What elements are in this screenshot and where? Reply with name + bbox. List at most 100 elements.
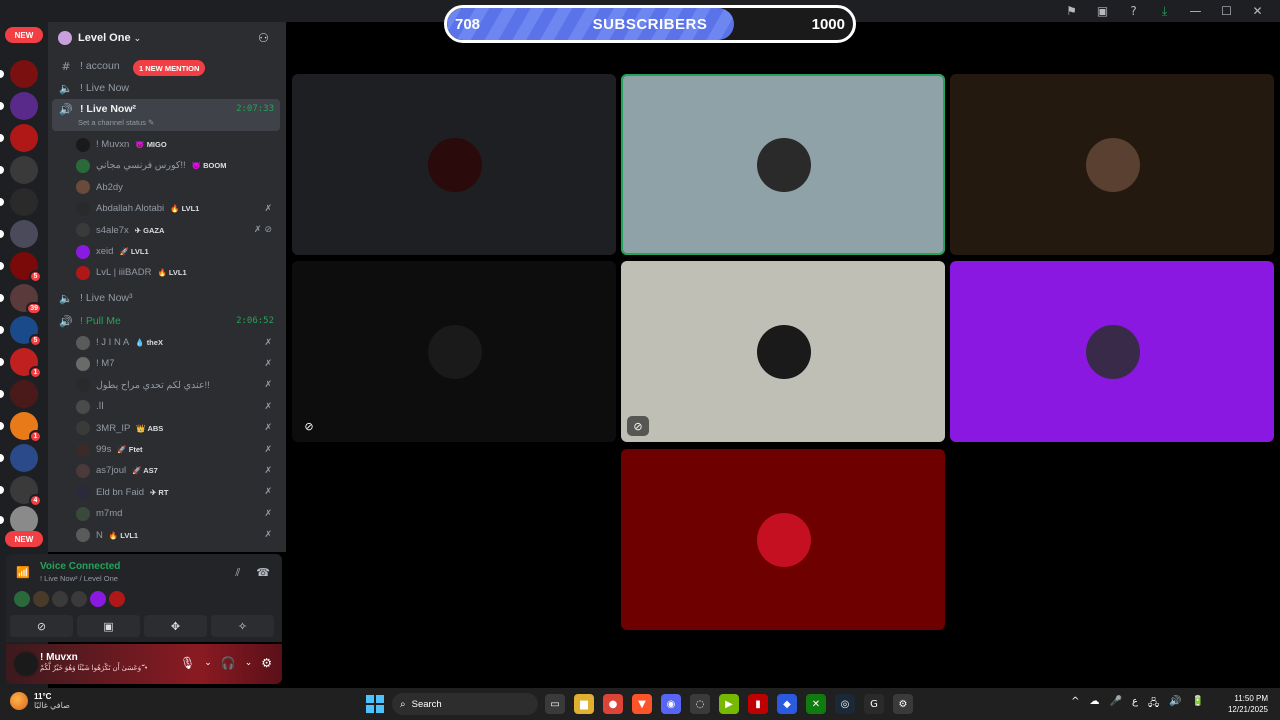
download-icon[interactable]: ⤓ <box>1150 2 1179 20</box>
channel-pull-me[interactable]: 🔊 ! Pull Me 2:06:52 <box>52 310 280 332</box>
channel-live-now-3[interactable]: 🔈 ! Live Now³ <box>52 287 280 309</box>
voice-member[interactable]: N 🔥 LVL1 ✗ <box>76 525 280 546</box>
voice-member[interactable]: 99s 🚀 Ftet ✗ <box>76 439 280 460</box>
avatar[interactable] <box>12 650 40 678</box>
guild-header[interactable]: Level One ⌄ ⚇ <box>48 22 286 54</box>
server-icon[interactable]: 5 <box>10 252 42 283</box>
voice-member[interactable]: LvL | iiiBADR 🔥 LVL1 <box>76 262 280 283</box>
noise-suppression-icon[interactable]: ⫽ <box>235 566 240 580</box>
headphones-icon[interactable]: 🎧 <box>221 656 236 670</box>
logitech-icon[interactable]: G <box>864 694 884 714</box>
username[interactable]: ! Muvxn <box>40 652 78 663</box>
add-member-icon[interactable]: ⚇ <box>258 31 272 45</box>
voice-member[interactable]: 3MR_IP 👑 ABS ✗ <box>76 418 280 439</box>
file-explorer-icon[interactable]: ▆ <box>574 694 594 714</box>
new-unreads-pill-bottom[interactable]: NEW <box>5 531 43 547</box>
tray-icon[interactable]: 🎤 <box>1110 696 1122 713</box>
voice-member[interactable]: عندي لكم تحدي مراح يطول!! ✗ <box>76 375 280 396</box>
voice-member[interactable]: s4ale7x ✈ GAZA ✗ ⊘ <box>76 220 280 241</box>
video-tile[interactable] <box>621 74 945 255</box>
tray-icon[interactable]: ☁ <box>1090 696 1100 713</box>
avatar[interactable] <box>90 591 106 607</box>
microphone-icon[interactable]: 🎙 <box>180 656 195 670</box>
tray-icon[interactable]: 🖧 <box>1148 696 1159 713</box>
new-unreads-pill-top[interactable]: NEW <box>5 27 43 43</box>
voice-member[interactable]: كورس فرنسي مجاني!! 😈 BOOM <box>76 155 280 176</box>
tray-icon[interactable]: 🔊 <box>1169 696 1181 713</box>
avatar[interactable] <box>52 591 68 607</box>
server-icon[interactable]: 1 <box>10 348 42 379</box>
inbox-icon[interactable]: ▣ <box>1088 2 1117 20</box>
camera-off-icon[interactable]: ⊘ <box>10 615 73 637</box>
tray-icon[interactable]: ع <box>1132 696 1138 713</box>
server-icon[interactable]: 1 <box>10 412 42 443</box>
video-tile[interactable] <box>292 74 616 255</box>
new-mention-pill[interactable]: 1 NEW MENTION <box>133 60 206 76</box>
nvidia-icon[interactable]: ▶ <box>719 694 739 714</box>
voice-member[interactable]: m7md ✗ <box>76 503 280 524</box>
steam-icon[interactable]: ◎ <box>835 694 855 714</box>
brave-icon[interactable]: ▼ <box>632 694 652 714</box>
taskbar-search[interactable]: ⌕ Search <box>392 693 538 715</box>
video-tile[interactable] <box>950 261 1274 442</box>
voice-member[interactable]: Ab2dy <box>76 177 280 198</box>
settings-gear-icon[interactable]: ⚙ <box>261 656 272 670</box>
voice-member[interactable]: ! M7 ✗ <box>76 353 280 374</box>
server-icon[interactable] <box>10 188 38 216</box>
disconnect-icon[interactable]: ☎ <box>256 566 270 580</box>
chevron-down-icon[interactable]: ⌄ <box>204 656 212 670</box>
avatar[interactable] <box>71 591 87 607</box>
voice-member[interactable]: Abdallah Alotabi 🔥 LVL1 ✗ <box>76 198 280 219</box>
video-tile[interactable] <box>621 449 945 630</box>
server-icon[interactable]: 4 <box>10 476 42 507</box>
task-view-icon[interactable]: ▭ <box>545 694 565 714</box>
channel-live-now-2[interactable]: 🔊 ! Live Now² 2:07:33 Set a channel stat… <box>52 99 280 131</box>
voice-member[interactable]: as7joul 🚀 AS7 ✗ <box>76 460 280 481</box>
voice-member[interactable]: ! J I N A 💧 theX ✗ <box>76 332 280 353</box>
screen-share-icon[interactable]: ▣ <box>77 615 140 637</box>
voice-channel-path[interactable]: ! Live Now² / Level One <box>40 574 118 583</box>
video-tile[interactable]: ⊘ <box>621 261 945 442</box>
chevron-down-icon[interactable]: ⌄ <box>245 656 253 670</box>
avatar[interactable] <box>14 591 30 607</box>
maximize-icon[interactable]: ☐ <box>1212 2 1241 20</box>
minimize-icon[interactable]: — <box>1181 2 1210 20</box>
discord-icon[interactable]: ◉ <box>661 694 681 714</box>
voice-member[interactable]: .اا ✗ <box>76 396 280 417</box>
app-alert-icon[interactable]: ⚙ <box>893 694 913 714</box>
app-blue-icon[interactable]: ◆ <box>777 694 797 714</box>
server-icon[interactable] <box>10 220 38 248</box>
voice-status-title[interactable]: Voice Connected <box>40 561 120 572</box>
video-tile[interactable]: ⊘ <box>292 261 616 442</box>
server-icon[interactable] <box>10 444 38 472</box>
avatar[interactable] <box>33 591 49 607</box>
server-icon[interactable] <box>10 124 38 152</box>
server-icon[interactable] <box>10 506 38 534</box>
xbox-icon[interactable]: ✕ <box>806 694 826 714</box>
server-icon[interactable] <box>10 60 38 88</box>
channel-live-now[interactable]: 🔈 ! Live Now <box>52 77 280 99</box>
app-red-icon[interactable]: ▮ <box>748 694 768 714</box>
avatar[interactable] <box>109 591 125 607</box>
server-icon[interactable] <box>10 92 38 120</box>
voice-member[interactable]: ! Muvxn 😈 MIGO <box>76 134 280 155</box>
channel-status[interactable]: Set a channel status ✎ <box>78 118 154 127</box>
soundboard-icon[interactable]: ✧ <box>211 615 274 637</box>
windows-start-icon[interactable] <box>366 695 384 713</box>
activities-icon[interactable]: ✥ <box>144 615 207 637</box>
flag-icon[interactable]: ⚑ <box>1057 2 1086 20</box>
server-icon[interactable] <box>10 380 38 408</box>
server-icon[interactable]: 39 <box>10 284 42 315</box>
chrome-icon[interactable]: ● <box>603 694 623 714</box>
server-icon[interactable]: 5 <box>10 316 42 347</box>
clock[interactable]: 11:50 PM 12/21/2025 <box>1228 693 1268 715</box>
voice-member[interactable]: xeid 🚀 LVL1 <box>76 241 280 262</box>
tray-icon[interactable]: ^ <box>1071 696 1079 713</box>
tray-icon[interactable]: 🔋 <box>1192 696 1204 713</box>
weather-widget[interactable]: 11°C صافي غالبًا <box>10 692 70 710</box>
obs-icon[interactable]: ◌ <box>690 694 710 714</box>
server-icon[interactable] <box>10 156 38 184</box>
voice-member[interactable]: Eld bn Faid ✈ RT ✗ <box>76 482 280 503</box>
signal-icon[interactable]: 📶 <box>16 566 30 579</box>
close-icon[interactable]: ✕ <box>1243 2 1272 20</box>
